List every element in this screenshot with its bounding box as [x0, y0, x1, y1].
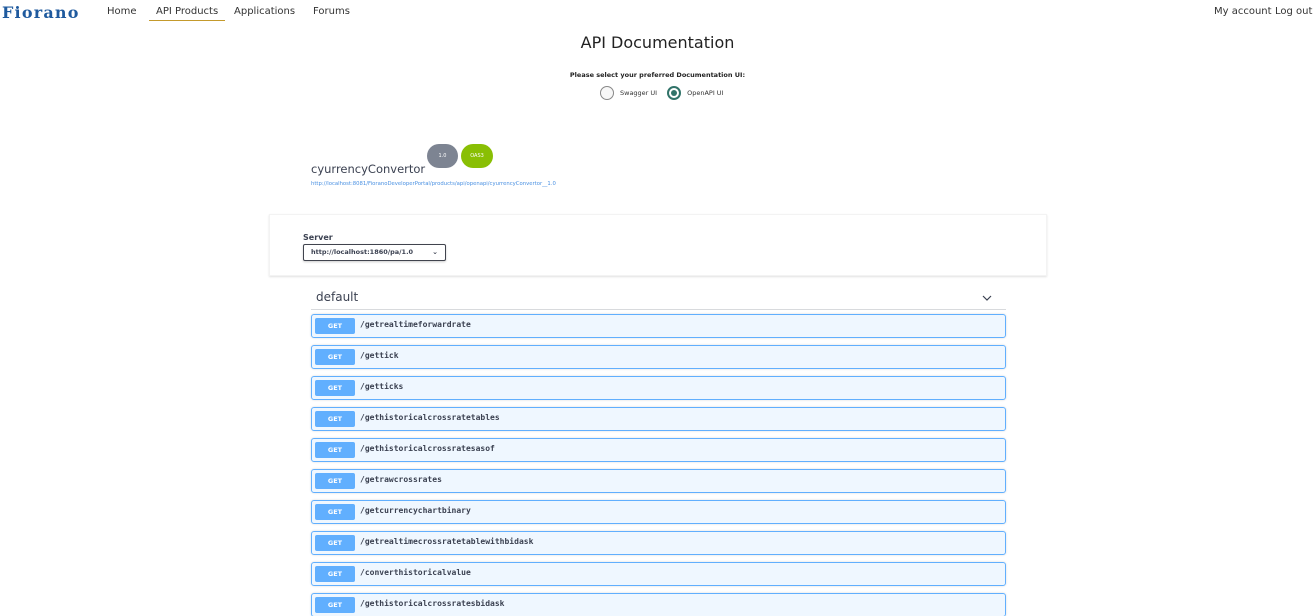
server-select-value: http://localhost:1860/pa/1.0	[311, 248, 414, 256]
tag-default-header[interactable]: default	[311, 286, 1006, 310]
chevron-down-icon[interactable]	[982, 293, 992, 303]
get-method-badge: GET	[315, 473, 355, 489]
operation-row[interactable]: GET /gethistoricalcrossratetables	[311, 407, 1006, 431]
chevron-down-icon: ⌄	[432, 248, 438, 256]
version-badge: 1.0	[427, 144, 458, 168]
operation-path: /gethistoricalcrossratesbidask	[360, 599, 505, 608]
operation-path: /getrawcrossrates	[360, 475, 442, 484]
nav-applications[interactable]: Applications	[234, 6, 295, 17]
openapi-ui-radio[interactable]	[667, 86, 682, 100]
svg-text:Fiorano: Fiorano	[2, 3, 80, 21]
swagger-ui-radio[interactable]	[600, 86, 614, 100]
get-method-badge: GET	[315, 535, 355, 551]
oas-badge: OAS3	[461, 144, 493, 168]
nav-log-out[interactable]: Log out	[1275, 6, 1312, 17]
nav-forums[interactable]: Forums	[313, 6, 350, 17]
operation-path: /getrealtimecrossratetablewithbidask	[360, 537, 534, 546]
get-method-badge: GET	[315, 380, 355, 396]
operation-path: /gethistoricalcrossratesasof	[360, 444, 495, 453]
get-method-badge: GET	[315, 566, 355, 582]
get-method-badge: GET	[315, 442, 355, 458]
get-method-badge: GET	[315, 504, 355, 520]
operation-row[interactable]: GET /getrawcrossrates	[311, 469, 1006, 493]
operation-path: /converthistoricalvalue	[360, 568, 471, 577]
openapi-ui-label[interactable]: OpenAPI UI	[687, 89, 723, 97]
get-method-badge: GET	[315, 411, 355, 427]
get-method-badge: GET	[315, 597, 355, 613]
get-method-badge: GET	[315, 349, 355, 365]
nav-my-account[interactable]: My account	[1214, 6, 1272, 17]
operation-row[interactable]: GET /getrealtimeforwardrate	[311, 314, 1006, 338]
swagger-ui-label[interactable]: Swagger UI	[620, 89, 657, 97]
operation-row[interactable]: GET /getticks	[311, 376, 1006, 400]
tag-name: default	[316, 290, 359, 304]
operation-path: /getcurrencychartbinary	[360, 506, 471, 515]
server-select[interactable]: http://localhost:1860/pa/1.0 ⌄	[303, 244, 446, 261]
fiorano-logo[interactable]: Fiorano	[2, 3, 88, 21]
operation-row[interactable]: GET /gethistoricalcrossratesasof	[311, 438, 1006, 462]
doc-ui-radio-group: Swagger UI OpenAPI UI	[600, 86, 733, 100]
operation-row[interactable]: GET /gettick	[311, 345, 1006, 369]
api-spec-url-link[interactable]: http://localhost:8081/FioranoDeveloperPo…	[311, 181, 556, 187]
operation-row[interactable]: GET /converthistoricalvalue	[311, 562, 1006, 586]
get-method-badge: GET	[315, 318, 355, 334]
operation-path: /gethistoricalcrossratetables	[360, 413, 500, 422]
operation-path: /getrealtimeforwardrate	[360, 320, 471, 329]
page-title: API Documentation	[580, 33, 735, 52]
server-label: Server	[303, 233, 333, 242]
operation-path: /gettick	[360, 351, 399, 360]
doc-ui-select-label: Please select your preferred Documentati…	[569, 71, 746, 79]
nav-api-products[interactable]: API Products	[149, 6, 226, 21]
api-title: cyurrencyConvertor	[311, 162, 426, 176]
nav-home[interactable]: Home	[107, 6, 137, 17]
operation-row[interactable]: GET /gethistoricalcrossratesbidask	[311, 593, 1006, 616]
operation-row[interactable]: GET /getrealtimecrossratetablewithbidask	[311, 531, 1006, 555]
operation-row[interactable]: GET /getcurrencychartbinary	[311, 500, 1006, 524]
top-navigation: Fiorano Home API Products Applications F…	[0, 0, 1315, 28]
operation-path: /getticks	[360, 382, 404, 391]
